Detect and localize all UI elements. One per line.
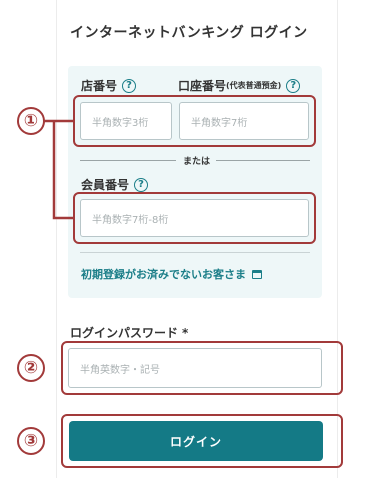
password-input[interactable]: 半角英数字・記号: [68, 348, 322, 388]
annotation-number-1: ①: [17, 107, 45, 135]
first-time-registration-text: 初期登録がお済みでないお客さま: [81, 268, 246, 281]
password-label: ログインパスワード *: [70, 324, 188, 341]
external-window-icon: [252, 269, 262, 279]
login-button[interactable]: ログイン: [69, 421, 323, 461]
first-time-registration-link[interactable]: 初期登録がお済みでないお客さま: [81, 266, 262, 282]
annotation-1-bracket: [44, 119, 73, 220]
annotation-number-3: ③: [17, 427, 45, 455]
password-label-text: ログインパスワード: [70, 326, 179, 340]
required-mark: *: [182, 326, 189, 340]
panel-divider: [80, 252, 310, 253]
annotation-number-2: ②: [17, 354, 45, 382]
